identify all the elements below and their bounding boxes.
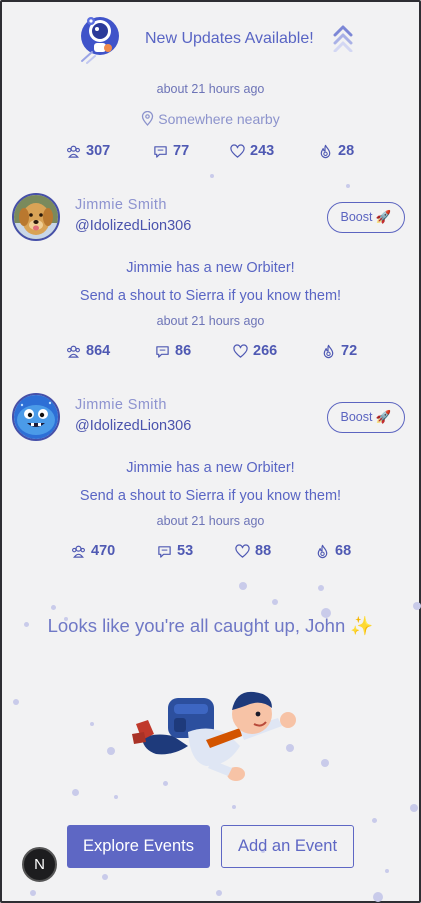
post-headline: Jimmie has a new Orbiter! xyxy=(126,460,295,476)
heart-icon xyxy=(235,543,250,558)
background-star xyxy=(385,869,389,873)
comments-count: 53 xyxy=(177,543,194,559)
astronaut-mascot-icon xyxy=(81,17,119,64)
updates-banner-text: New Updates Available! xyxy=(145,30,314,47)
caught-up-message: Looks like you're all caught up, John ✨ xyxy=(47,615,374,636)
background-star xyxy=(232,805,236,809)
boosts-stat[interactable]: 28 xyxy=(318,143,354,159)
comments-count: 86 xyxy=(175,343,192,359)
background-star xyxy=(216,890,222,896)
background-star xyxy=(114,795,118,799)
boosts-count: 68 xyxy=(335,543,352,559)
post-subline: Send a shout to Sierra if you know them! xyxy=(79,288,342,304)
background-star xyxy=(372,818,377,823)
background-star xyxy=(30,890,36,896)
boost-button[interactable]: Boost 🚀 xyxy=(327,202,405,233)
flame-icon xyxy=(317,544,328,558)
likes-count: 243 xyxy=(250,143,275,159)
boosts-stat[interactable]: 72 xyxy=(321,343,357,359)
location-label: Somewhere nearby xyxy=(158,111,280,127)
likes-count: 266 xyxy=(253,343,278,359)
people-count: 470 xyxy=(91,543,116,559)
post-subline: Send a shout to Sierra if you know them! xyxy=(79,488,342,504)
golden-retriever-avatar-icon xyxy=(14,195,58,239)
people-stat[interactable]: 307 xyxy=(66,143,110,159)
double-chevron-up-icon[interactable] xyxy=(333,24,353,52)
comments-stat[interactable]: 53 xyxy=(157,543,193,559)
boost-button[interactable]: Boost 🚀 xyxy=(327,402,405,433)
background-star xyxy=(272,599,278,605)
people-count: 307 xyxy=(86,143,111,159)
background-star xyxy=(13,699,19,705)
background-star xyxy=(107,747,115,755)
boosts-stat[interactable]: 68 xyxy=(315,543,351,559)
heart-icon xyxy=(230,143,245,158)
post-stats: 864 86 266 72 xyxy=(2,343,419,365)
user-name[interactable]: Jimmie Smith xyxy=(75,197,167,213)
background-star xyxy=(102,874,108,880)
flame-icon xyxy=(323,344,334,358)
likes-stat[interactable]: 243 xyxy=(230,143,274,159)
location-line: Somewhere nearby xyxy=(2,110,419,127)
background-star xyxy=(321,759,329,767)
feed-card: Jimmie Smith @IdolizedLion306 Boost 🚀 Ji… xyxy=(2,193,419,383)
post-timestamp: about 21 hours ago xyxy=(156,314,265,328)
background-star xyxy=(413,602,421,610)
background-star xyxy=(239,582,247,590)
likes-stat[interactable]: 88 xyxy=(235,543,271,559)
post-timestamp: about 21 hours ago xyxy=(156,514,265,528)
people-icon xyxy=(67,145,80,158)
heart-icon xyxy=(233,343,248,358)
background-star xyxy=(346,184,350,188)
post-stats: 470 53 88 68 xyxy=(2,543,419,565)
boosts-count: 28 xyxy=(338,143,355,159)
people-icon xyxy=(67,345,80,358)
likes-count: 88 xyxy=(255,543,272,559)
background-star xyxy=(318,585,324,591)
background-star xyxy=(210,174,214,178)
comment-icon xyxy=(154,145,167,158)
people-icon xyxy=(72,545,85,558)
feed-card: Jimmie Smith @IdolizedLion306 Boost 🚀 Ji… xyxy=(2,393,419,583)
user-handle[interactable]: @IdolizedLion306 xyxy=(75,218,191,234)
summary-timestamp: about 21 hours ago xyxy=(156,82,265,96)
avatar[interactable] xyxy=(12,193,60,241)
boosts-count: 72 xyxy=(341,343,358,359)
updates-banner[interactable]: New Updates Available! xyxy=(2,14,419,70)
people-count: 864 xyxy=(86,343,111,359)
background-star xyxy=(72,789,79,796)
background-star xyxy=(410,804,418,812)
likes-stat[interactable]: 266 xyxy=(233,343,277,359)
comments-stat[interactable]: 77 xyxy=(153,143,189,159)
comments-count: 77 xyxy=(173,143,190,159)
background-star xyxy=(90,722,94,726)
dev-tools-badge[interactable]: N xyxy=(22,847,57,882)
comments-stat[interactable]: 86 xyxy=(155,343,191,359)
user-name[interactable]: Jimmie Smith xyxy=(75,397,167,413)
add-event-button[interactable]: Add an Event xyxy=(221,825,354,868)
user-handle[interactable]: @IdolizedLion306 xyxy=(75,418,191,434)
background-star xyxy=(51,605,56,610)
flame-icon xyxy=(320,144,331,158)
summary-stats: 307 77 243 28 xyxy=(2,143,419,165)
people-stat[interactable]: 470 xyxy=(71,543,115,559)
post-headline: Jimmie has a new Orbiter! xyxy=(126,260,295,276)
explore-events-button[interactable]: Explore Events xyxy=(67,825,210,868)
avatar[interactable] xyxy=(12,393,60,441)
comment-icon xyxy=(158,545,171,558)
flying-astronaut-illustration-icon xyxy=(132,691,296,781)
comment-icon xyxy=(156,345,169,358)
map-pin-icon xyxy=(142,110,154,126)
people-stat[interactable]: 864 xyxy=(66,343,110,359)
background-star xyxy=(373,892,383,902)
blue-monster-avatar-icon xyxy=(14,395,58,439)
